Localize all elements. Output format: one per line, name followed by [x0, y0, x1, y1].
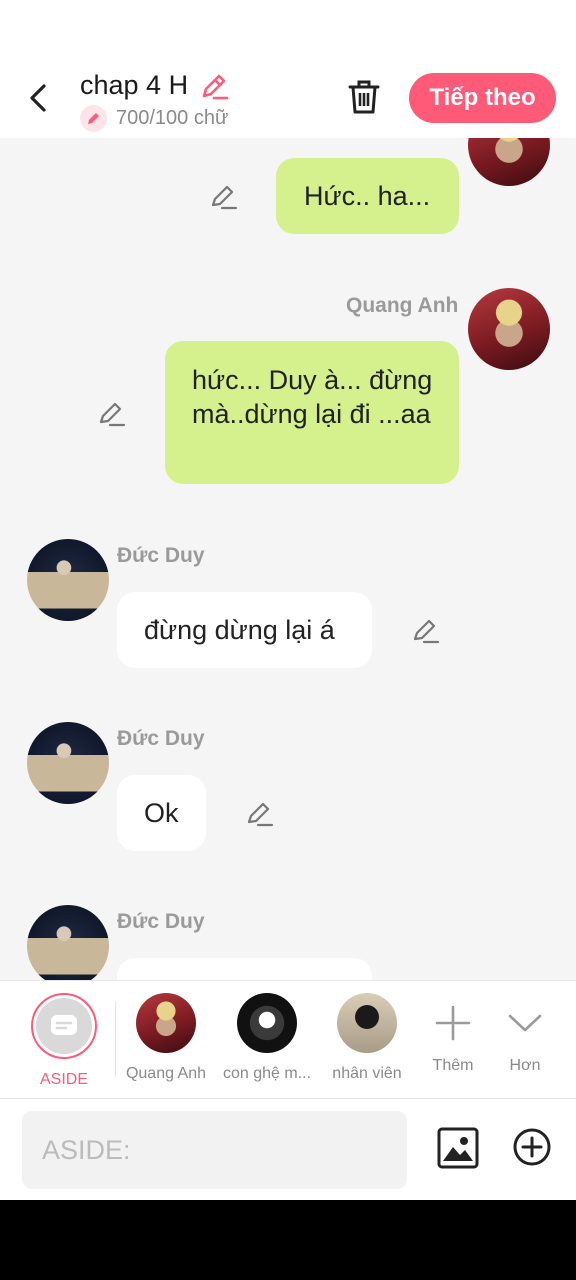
page-title[interactable]: chap 4 H [80, 70, 188, 101]
message-bubble[interactable]: Hức.. ha... [276, 158, 459, 234]
avatar[interactable] [468, 288, 550, 370]
composer: ASIDE: [0, 1098, 576, 1200]
plus-icon [423, 993, 483, 1053]
collapse-characters-button[interactable]: Hơn [480, 993, 570, 1075]
avatar[interactable] [468, 138, 550, 186]
sender-name: Đức Duy [117, 910, 205, 933]
edit-message-icon[interactable] [96, 399, 126, 429]
divider [115, 1001, 116, 1077]
message-input[interactable]: ASIDE: [22, 1111, 407, 1189]
avatar [337, 993, 397, 1053]
character-picker: ASIDE Quang Anh con ghệ m... nhân viên T… [0, 980, 576, 1098]
message-bubble[interactable]: đừng dừng lại á [117, 592, 372, 668]
sender-name: Đức Duy [117, 544, 205, 567]
chevron-down-icon [495, 993, 555, 1053]
word-count-label: 700/100 chữ [116, 107, 229, 129]
avatar [237, 993, 297, 1053]
status-bar [0, 0, 576, 60]
sender-name: Đức Duy [117, 727, 205, 750]
collapse-label: Hơn [509, 1057, 541, 1074]
character-label: con ghệ m... [222, 1065, 312, 1082]
edit-message-icon[interactable] [410, 616, 440, 646]
back-icon[interactable] [24, 80, 56, 116]
character-con-ghe[interactable]: con ghệ m... [222, 993, 312, 1083]
header: chap 4 H 700/100 chữ Tiếp theo [0, 60, 576, 138]
trash-icon[interactable] [346, 78, 382, 116]
character-aside[interactable]: ASIDE [19, 993, 109, 1089]
character-label: nhân viên [332, 1065, 402, 1082]
next-button[interactable]: Tiếp theo [409, 73, 556, 123]
chat-editor-screen: chap 4 H 700/100 chữ Tiếp theo Hức.. ha.… [0, 0, 576, 1200]
message-bubble[interactable]: hức... Duy à... đừng mà..dừng lại đi ...… [165, 341, 459, 484]
edit-title-icon[interactable] [198, 70, 230, 102]
avatar[interactable] [27, 905, 109, 980]
character-quang-anh[interactable]: Quang Anh [121, 993, 211, 1083]
add-circle-icon[interactable] [512, 1127, 552, 1167]
pencil-badge-icon [80, 105, 107, 132]
edit-message-icon[interactable] [244, 799, 274, 829]
aside-avatar [31, 993, 97, 1059]
avatar [136, 993, 196, 1053]
avatar[interactable] [27, 539, 109, 621]
character-label: ASIDE [39, 1071, 88, 1088]
message-bubble[interactable] [117, 958, 372, 980]
chat-bubble-icon [51, 1015, 77, 1035]
character-label: Quang Anh [125, 1065, 207, 1082]
image-icon[interactable] [437, 1127, 479, 1169]
edit-message-icon[interactable] [208, 182, 238, 212]
chat-area: Hức.. ha... Quang Anh hức... Duy à... đừ… [0, 138, 576, 980]
avatar[interactable] [27, 722, 109, 804]
message-bubble[interactable]: Ok [117, 775, 206, 851]
sender-name: Quang Anh [346, 294, 459, 317]
character-nhan-vien[interactable]: nhân viên [322, 993, 412, 1083]
